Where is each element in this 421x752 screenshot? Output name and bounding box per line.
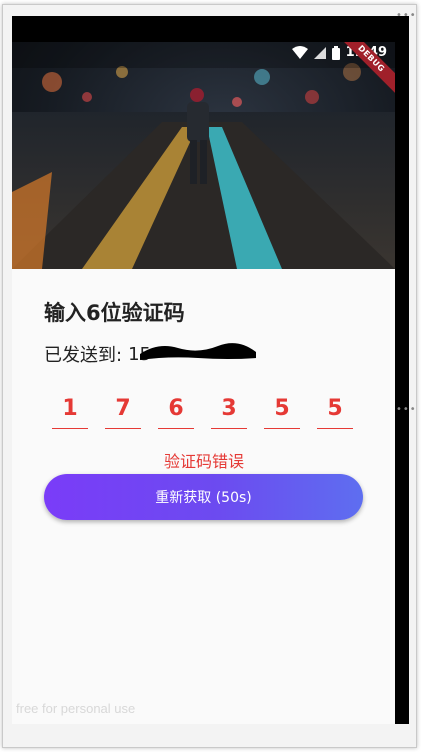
window-resize-dots-middle: ••• <box>396 404 417 415</box>
code-digit-3[interactable]: 6 <box>158 392 194 429</box>
error-message: 验证码错误 <box>163 452 244 471</box>
redaction-scribble <box>140 342 257 360</box>
device-side-bar <box>395 16 409 724</box>
code-digit-2[interactable]: 7 <box>105 392 141 429</box>
code-digit-5[interactable]: 5 <box>264 392 300 429</box>
battery-icon <box>331 45 340 60</box>
app-screen: 11:49 DEBUG <box>12 42 395 724</box>
header-image: 11:49 DEBUG <box>12 42 395 269</box>
verification-panel: 输入6位验证码 已发送到: 15 1 7 6 3 5 5 验证码错误 重新获取 … <box>44 298 364 520</box>
resend-code-button[interactable]: 重新获取 (50s) <box>44 474 363 520</box>
sent-to-row: 已发送到: 15 <box>44 341 257 367</box>
sent-to-label: 已发送到: <box>44 345 123 366</box>
code-digit-4[interactable]: 3 <box>211 392 247 429</box>
wifi-icon <box>291 46 308 59</box>
night-road-illustration <box>12 63 395 269</box>
phone-number: 15 <box>128 342 257 365</box>
cellular-signal-icon <box>313 46 326 59</box>
code-digit-6[interactable]: 5 <box>317 392 353 429</box>
page-title: 输入6位验证码 <box>44 301 185 325</box>
code-digit-1[interactable]: 1 <box>52 392 88 429</box>
watermark-text: free for personal use <box>16 701 136 716</box>
code-input-row: 1 7 6 3 5 5 <box>52 392 353 429</box>
window-resize-dots: ••• <box>396 10 417 21</box>
status-bar: 11:49 <box>12 42 395 68</box>
